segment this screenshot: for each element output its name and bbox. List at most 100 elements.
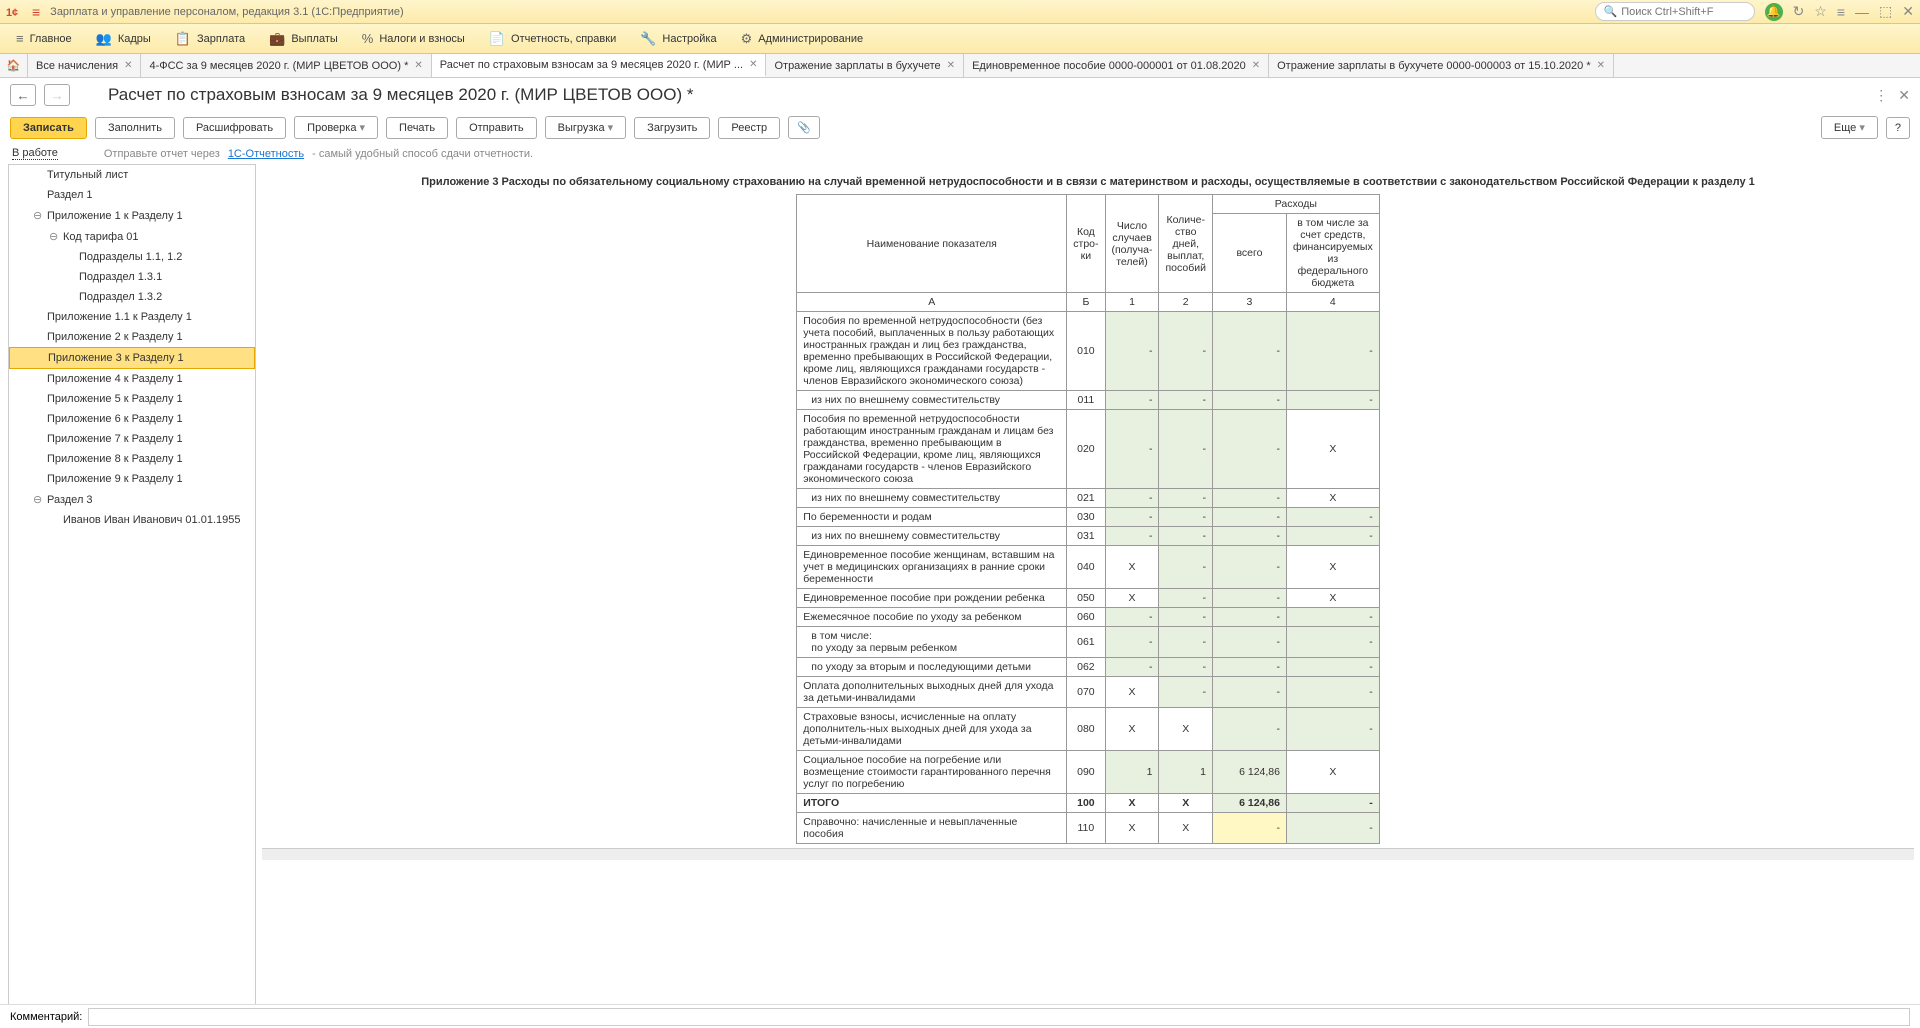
tree-item-6[interactable]: Подраздел 1.3.2 xyxy=(9,287,255,307)
cell-c3[interactable]: - xyxy=(1212,589,1286,608)
tree-item-1[interactable]: Раздел 1 xyxy=(9,185,255,205)
tree-item-8[interactable]: Приложение 2 к Разделу 1 xyxy=(9,327,255,347)
horizontal-scrollbar[interactable] xyxy=(262,848,1914,860)
cell-c1[interactable]: X xyxy=(1105,708,1159,751)
cell-c4[interactable]: - xyxy=(1286,677,1379,708)
fill-button[interactable]: Заполнить xyxy=(95,117,175,139)
forward-button[interactable]: → xyxy=(44,84,70,106)
cell-c4[interactable]: - xyxy=(1286,508,1379,527)
back-button[interactable]: ← xyxy=(10,84,36,106)
maximize-icon[interactable]: ⬚ xyxy=(1879,3,1892,20)
cell-c2[interactable]: - xyxy=(1159,627,1212,658)
more-button[interactable]: Еще xyxy=(1821,116,1878,139)
tree-item-2[interactable]: ⊖Приложение 1 к Разделу 1 xyxy=(9,205,255,226)
tree-item-3[interactable]: ⊖Код тарифа 01 xyxy=(9,226,255,247)
cell-c4[interactable]: - xyxy=(1286,813,1379,844)
cell-c1[interactable]: X xyxy=(1105,546,1159,589)
cell-c1[interactable]: - xyxy=(1105,410,1159,489)
tree-item-17[interactable]: Иванов Иван Иванович 01.01.1955 xyxy=(9,510,255,530)
cell-c4[interactable]: - xyxy=(1286,658,1379,677)
cell-c1[interactable]: - xyxy=(1105,608,1159,627)
tree-item-14[interactable]: Приложение 8 к Разделу 1 xyxy=(9,449,255,469)
close-page-icon[interactable]: ✕ xyxy=(1898,87,1910,104)
cell-c1[interactable]: - xyxy=(1105,489,1159,508)
close-icon[interactable]: ✕ xyxy=(947,60,955,71)
cell-c4[interactable]: - xyxy=(1286,391,1379,410)
menu-icon[interactable]: ≡ xyxy=(1837,4,1845,20)
cell-c2[interactable]: - xyxy=(1159,508,1212,527)
bell-icon[interactable]: 🔔 xyxy=(1765,3,1783,21)
menu-reports[interactable]: 📄Отчетность, справки xyxy=(479,27,626,51)
tree-item-0[interactable]: Титульный лист xyxy=(9,165,255,185)
tree-expand-icon[interactable]: ⊖ xyxy=(33,493,45,506)
menu-salary[interactable]: 📋Зарплата xyxy=(165,27,255,51)
write-button[interactable]: Записать xyxy=(10,117,87,139)
cell-c1[interactable]: - xyxy=(1105,658,1159,677)
cell-c1[interactable]: - xyxy=(1105,527,1159,546)
cell-c1[interactable]: X xyxy=(1105,589,1159,608)
cell-c2[interactable]: - xyxy=(1159,608,1212,627)
cell-c2[interactable]: - xyxy=(1159,391,1212,410)
minimize-icon[interactable]: — xyxy=(1855,4,1869,20)
cell-c3[interactable]: - xyxy=(1212,508,1286,527)
cell-c4[interactable]: X xyxy=(1286,489,1379,508)
tree-item-11[interactable]: Приложение 5 к Разделу 1 xyxy=(9,389,255,409)
cell-c1[interactable]: X xyxy=(1105,813,1159,844)
cell-c2[interactable]: - xyxy=(1159,312,1212,391)
cell-c3[interactable]: - xyxy=(1212,608,1286,627)
home-tab[interactable]: 🏠 xyxy=(0,54,28,77)
global-search[interactable]: 🔍 xyxy=(1595,2,1755,21)
status-inwork[interactable]: В работе xyxy=(12,147,58,160)
cell-c3[interactable]: - xyxy=(1212,410,1286,489)
comment-input[interactable] xyxy=(88,1008,1910,1026)
cell-c3[interactable]: - xyxy=(1212,391,1286,410)
kebab-icon[interactable]: ⋮ xyxy=(1874,87,1888,104)
content-panel[interactable]: Приложение 3 Расходы по обязательному со… xyxy=(256,164,1920,1028)
cell-c3[interactable]: - xyxy=(1212,813,1286,844)
close-icon[interactable]: ✕ xyxy=(414,60,422,71)
status-link[interactable]: 1С-Отчетность xyxy=(228,148,304,160)
cell-c2[interactable]: - xyxy=(1159,527,1212,546)
tab-2[interactable]: Расчет по страховым взносам за 9 месяцев… xyxy=(432,54,767,77)
menu-hr[interactable]: 👥Кадры xyxy=(86,27,161,51)
cell-c1[interactable]: - xyxy=(1105,391,1159,410)
cell-c2[interactable]: X xyxy=(1159,708,1212,751)
help-button[interactable]: ? xyxy=(1886,117,1910,139)
cell-c3[interactable]: - xyxy=(1212,677,1286,708)
cell-c3[interactable]: - xyxy=(1212,658,1286,677)
history-icon[interactable]: ↻ xyxy=(1793,3,1805,20)
cell-c3[interactable]: - xyxy=(1212,546,1286,589)
star-icon[interactable]: ☆ xyxy=(1814,3,1827,20)
menu-admin[interactable]: ⚙Администрирование xyxy=(731,27,874,51)
cell-c2[interactable]: - xyxy=(1159,410,1212,489)
cell-c1[interactable]: - xyxy=(1105,508,1159,527)
cell-c3[interactable]: 6 124,86 xyxy=(1212,794,1286,813)
menu-settings[interactable]: 🔧Настройка xyxy=(630,27,726,51)
cell-c3[interactable]: - xyxy=(1212,527,1286,546)
cell-c3[interactable]: - xyxy=(1212,489,1286,508)
decode-button[interactable]: Расшифровать xyxy=(183,117,286,139)
cell-c2[interactable]: 1 xyxy=(1159,751,1212,794)
cell-c1[interactable]: X xyxy=(1105,794,1159,813)
cell-c4[interactable]: - xyxy=(1286,627,1379,658)
cell-c3[interactable]: - xyxy=(1212,312,1286,391)
cell-c1[interactable]: X xyxy=(1105,677,1159,708)
print-button[interactable]: Печать xyxy=(386,117,448,139)
cell-c4[interactable]: X xyxy=(1286,546,1379,589)
cell-c2[interactable]: - xyxy=(1159,546,1212,589)
send-button[interactable]: Отправить xyxy=(456,117,537,139)
attach-button[interactable]: 📎 xyxy=(788,116,820,139)
cell-c3[interactable]: 6 124,86 xyxy=(1212,751,1286,794)
tree-item-13[interactable]: Приложение 7 к Разделу 1 xyxy=(9,429,255,449)
cell-c3[interactable]: - xyxy=(1212,627,1286,658)
hamburger-icon[interactable]: ≡ xyxy=(32,4,40,20)
tree-panel[interactable]: Титульный листРаздел 1⊖Приложение 1 к Ра… xyxy=(8,164,256,1028)
cell-c2[interactable]: - xyxy=(1159,677,1212,708)
cell-c2[interactable]: - xyxy=(1159,658,1212,677)
close-icon[interactable]: ✕ xyxy=(749,59,757,70)
close-window-icon[interactable]: ✕ xyxy=(1902,3,1914,20)
cell-c2[interactable]: - xyxy=(1159,589,1212,608)
close-icon[interactable]: ✕ xyxy=(1252,60,1260,71)
cell-c1[interactable]: - xyxy=(1105,312,1159,391)
tree-item-10[interactable]: Приложение 4 к Разделу 1 xyxy=(9,369,255,389)
